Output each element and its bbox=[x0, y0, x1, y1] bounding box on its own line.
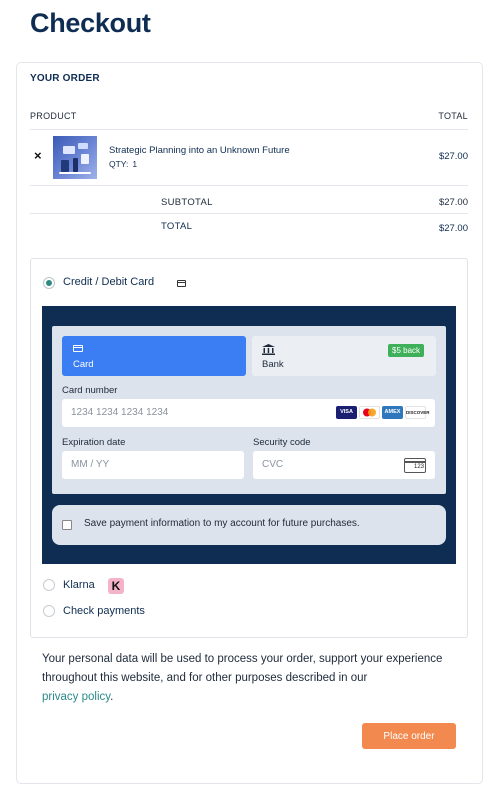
page-title: Checkout bbox=[30, 8, 151, 38]
payment-method-label-card[interactable]: Credit / Debit Card bbox=[63, 276, 154, 288]
column-header-total: TOTAL bbox=[438, 111, 468, 121]
klarna-logo: K bbox=[108, 578, 124, 594]
cvc-card-icon: 123 bbox=[404, 458, 426, 473]
card-icon bbox=[73, 345, 83, 352]
subtotal-value: $27.00 bbox=[438, 197, 468, 208]
amex-logo: AMEX bbox=[382, 406, 403, 419]
card-number-label: Card number bbox=[62, 385, 118, 396]
card-number-placeholder: 1234 1234 1234 1234 bbox=[71, 407, 169, 418]
quantity-label: QTY: bbox=[109, 159, 129, 169]
payment-method-label-klarna[interactable]: Klarna bbox=[63, 579, 95, 591]
tab-card-label: Card bbox=[73, 359, 94, 370]
payment-method-label-check[interactable]: Check payments bbox=[63, 605, 145, 617]
divider bbox=[30, 129, 468, 130]
save-payment-label[interactable]: Save payment information to my account f… bbox=[84, 518, 360, 529]
tab-card[interactable]: Card bbox=[62, 336, 246, 376]
discover-logo: DISCOVER bbox=[405, 406, 430, 419]
visa-logo: VISA bbox=[336, 406, 357, 419]
radio-credit-card[interactable] bbox=[43, 277, 55, 289]
privacy-text: Your personal data will be used to proce… bbox=[42, 653, 443, 684]
divider bbox=[30, 185, 468, 186]
tab-bank-label: Bank bbox=[262, 359, 284, 370]
product-quantity: QTY: 1 bbox=[109, 159, 137, 169]
mastercard-logo bbox=[359, 406, 380, 419]
expiry-placeholder: MM / YY bbox=[71, 459, 110, 470]
column-header-product: PRODUCT bbox=[30, 111, 77, 121]
product-price: $27.00 bbox=[438, 151, 468, 162]
product-name: Strategic Planning into an Unknown Futur… bbox=[109, 145, 290, 156]
product-thumbnail bbox=[53, 136, 97, 179]
divider bbox=[30, 213, 468, 214]
subtotal-label: SUBTOTAL bbox=[161, 197, 213, 208]
credit-card-icon bbox=[177, 280, 186, 287]
save-payment-checkbox[interactable] bbox=[62, 520, 72, 530]
remove-item-button[interactable]: × bbox=[34, 149, 42, 163]
radio-klarna[interactable] bbox=[43, 579, 55, 591]
expiry-input[interactable]: MM / YY bbox=[62, 451, 244, 479]
privacy-notice: Your personal data will be used to proce… bbox=[42, 653, 443, 703]
bank-icon bbox=[262, 344, 275, 355]
radio-check-payments[interactable] bbox=[43, 605, 55, 617]
cashback-badge: $5 back bbox=[388, 344, 425, 357]
security-code-placeholder: CVC bbox=[262, 459, 284, 470]
place-order-button[interactable]: Place order bbox=[362, 723, 456, 749]
privacy-policy-link[interactable]: privacy policy bbox=[42, 691, 110, 703]
security-code-label: Security code bbox=[253, 437, 311, 448]
expiry-label: Expiration date bbox=[62, 437, 126, 448]
total-value: $27.00 bbox=[438, 223, 468, 234]
order-heading: YOUR ORDER bbox=[30, 73, 100, 84]
quantity-value: 1 bbox=[132, 159, 138, 169]
total-label: TOTAL bbox=[161, 221, 193, 232]
